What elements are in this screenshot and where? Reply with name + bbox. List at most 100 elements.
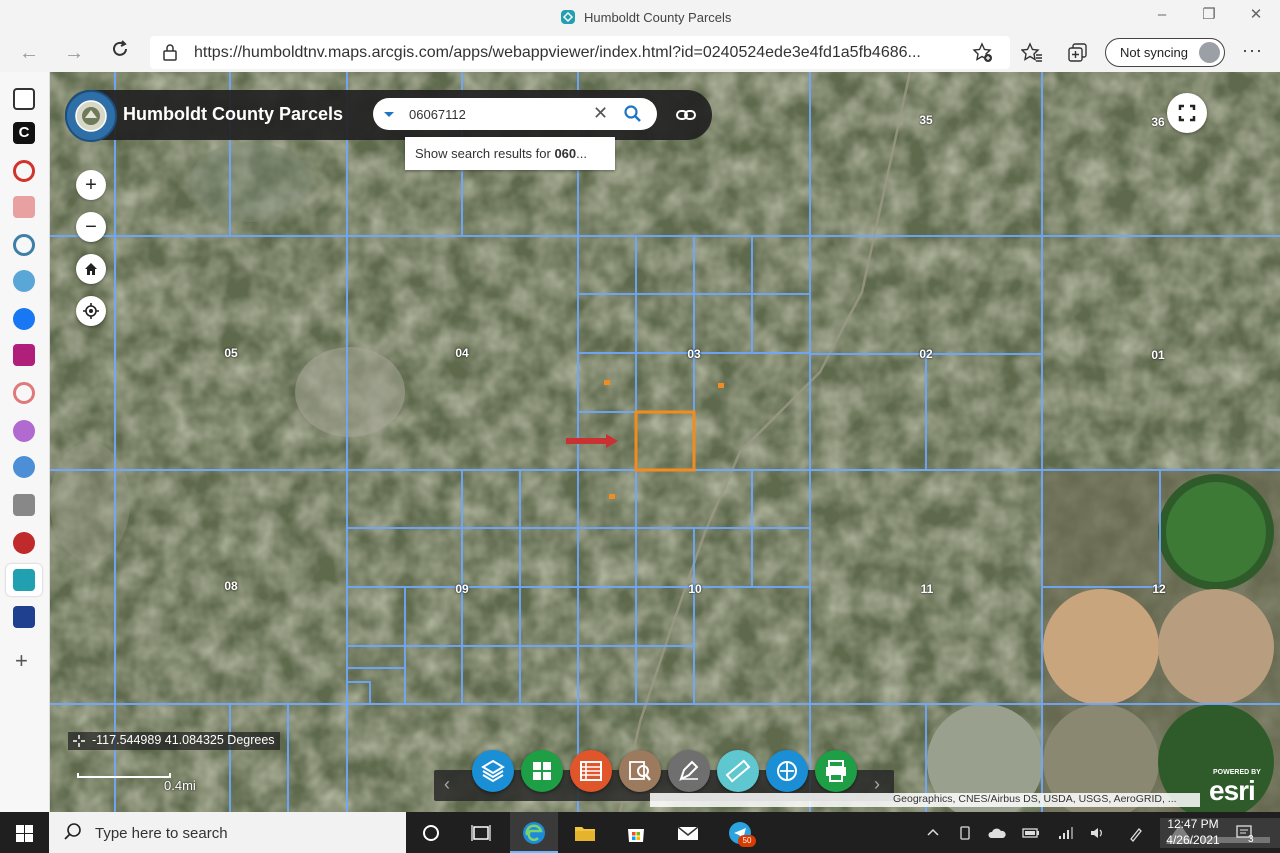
task-view-icon[interactable] <box>468 820 494 846</box>
sync-label: Not syncing <box>1120 45 1188 60</box>
section-label: 35 <box>919 113 933 127</box>
home-button[interactable] <box>76 254 106 284</box>
basemap-widget-button[interactable] <box>521 750 563 792</box>
map-view[interactable]: 35 36 05 04 03 02 01 08 09 10 11 12 Humb… <box>50 72 1280 812</box>
my-location-button[interactable] <box>76 296 106 326</box>
close-window-button[interactable]: ✕ <box>1236 4 1276 26</box>
url-bar[interactable]: https://humboldtnv.maps.arcgis.com/apps/… <box>150 36 1010 69</box>
tablet-icon[interactable] <box>958 826 972 840</box>
swipe-widget-button[interactable] <box>766 750 808 792</box>
section-label: 01 <box>1151 348 1165 362</box>
search-icon[interactable] <box>623 104 643 124</box>
collections-icon[interactable] <box>1067 42 1089 64</box>
sidebar-app-icon-1[interactable] <box>13 88 35 110</box>
onedrive-icon[interactable] <box>988 826 1006 840</box>
swipe-icon <box>777 761 797 781</box>
sidebar-app-icon-3[interactable] <box>13 160 35 182</box>
sidebar-app-icon-13[interactable] <box>13 532 35 554</box>
sidebar-app-icon-2[interactable]: C <box>13 122 35 144</box>
profile-avatar <box>1199 42 1220 63</box>
section-label: 02 <box>919 347 933 361</box>
pen-workspace-icon[interactable] <box>1128 826 1144 842</box>
search-source-dropdown-icon[interactable] <box>379 104 399 124</box>
suggestion-prefix: Show search results for <box>415 146 555 161</box>
satellite-basemap[interactable] <box>50 72 1280 812</box>
sidebar-app-icon-10[interactable] <box>13 420 35 442</box>
search-suggestion-text[interactable]: Show search results for 060... <box>415 146 587 161</box>
lock-icon[interactable] <box>162 43 178 61</box>
edge-browser-icon[interactable] <box>521 820 547 846</box>
attribute-table-widget-button[interactable] <box>570 750 612 792</box>
windows-taskbar: Type here to search 12:47 PM 4/26/2021 3 <box>0 812 1280 853</box>
refresh-button[interactable] <box>106 39 134 67</box>
sync-button[interactable]: Not syncing <box>1105 38 1225 67</box>
draw-widget-button[interactable] <box>668 750 710 792</box>
window-title: Humboldt County Parcels <box>560 8 731 26</box>
restore-button[interactable]: ❐ <box>1189 4 1229 26</box>
browser-window: Humboldt County Parcels – ❐ ✕ ← → https:… <box>0 0 1280 853</box>
sidebar-app-icon-6[interactable] <box>13 270 35 292</box>
taskbar-search-box[interactable]: Type here to search <box>49 812 406 853</box>
suggestion-match: 060 <box>554 146 577 161</box>
search-input[interactable] <box>409 104 579 124</box>
clear-search-button[interactable]: ✕ <box>593 103 608 123</box>
sidebar-app-icon-parcels[interactable] <box>13 569 35 591</box>
title-bar: Humboldt County Parcels – ❐ ✕ <box>0 0 1280 33</box>
sidebar-app-icon-5[interactable] <box>13 234 35 256</box>
windows-start-icon[interactable] <box>16 825 33 842</box>
add-favorite-icon[interactable] <box>972 42 994 64</box>
county-seal-logo <box>65 90 117 142</box>
scale-label: 0.4mi <box>164 778 196 793</box>
search-box: ✕ <box>373 98 657 130</box>
query-widget-button[interactable] <box>619 750 661 792</box>
show-hidden-icons-icon[interactable] <box>926 826 940 840</box>
sidebar-add-icon[interactable]: + <box>15 648 28 674</box>
seal-icon <box>75 100 107 132</box>
mail-icon[interactable] <box>675 820 701 846</box>
settings-more-button[interactable]: ··· <box>1242 40 1263 61</box>
sidebar-app-icon-9[interactable] <box>13 382 35 404</box>
esri-logo: POWERED BY esri <box>1207 769 1277 807</box>
sidebar-app-icon-12[interactable] <box>13 494 35 516</box>
crosshair-icon[interactable] <box>73 735 85 747</box>
microsoft-store-icon[interactable] <box>623 820 649 846</box>
edge-sidebar: C + <box>0 72 50 812</box>
forward-button[interactable]: → <box>60 39 88 67</box>
volume-icon[interactable] <box>1090 826 1106 840</box>
cortana-icon[interactable] <box>418 820 444 846</box>
mls-watermark-logo <box>1160 818 1280 848</box>
search-suggestion[interactable]: Show search results for 060... <box>405 137 615 170</box>
section-label: 09 <box>455 582 469 596</box>
section-label: 10 <box>688 582 702 596</box>
network-signal-icon[interactable] <box>1058 826 1074 840</box>
map-attribution: Geographics, CNES/Airbus DS, USDA, USGS,… <box>650 793 1200 807</box>
layers-widget-button[interactable] <box>472 750 514 792</box>
print-widget-button[interactable] <box>815 750 857 792</box>
locate-icon <box>83 303 99 319</box>
facebook-icon[interactable] <box>13 308 35 330</box>
sidebar-app-icon-4[interactable] <box>13 196 35 218</box>
basemap-grid-icon <box>533 762 551 780</box>
zoom-in-button[interactable]: + <box>76 170 106 200</box>
file-explorer-icon[interactable] <box>572 820 598 846</box>
back-button[interactable]: ← <box>15 39 43 67</box>
favorites-icon[interactable] <box>1021 42 1043 64</box>
sidebar-app-icon-11[interactable] <box>13 456 35 478</box>
app-title: Humboldt County Parcels <box>123 104 344 124</box>
fullscreen-button[interactable] <box>1167 93 1207 133</box>
url-text[interactable]: https://humboldtnv.maps.arcgis.com/apps/… <box>194 44 964 62</box>
section-label: 08 <box>224 579 238 593</box>
minimize-button[interactable]: – <box>1142 4 1182 26</box>
refresh-icon <box>113 40 127 56</box>
section-label: 04 <box>455 346 469 360</box>
share-link-icon[interactable] <box>675 104 697 126</box>
suggestion-ellipsis: ... <box>576 146 587 161</box>
section-label: 11 <box>920 582 934 596</box>
sidebar-app-icon-15[interactable] <box>13 606 35 628</box>
toolbar-next-icon[interactable]: › <box>874 774 880 795</box>
mail-app-icon[interactable] <box>13 344 35 366</box>
measurement-widget-button[interactable] <box>717 750 759 792</box>
toolbar-prev-icon[interactable]: ‹ <box>444 774 450 795</box>
battery-icon[interactable] <box>1022 826 1040 840</box>
zoom-out-button[interactable]: − <box>76 212 106 242</box>
